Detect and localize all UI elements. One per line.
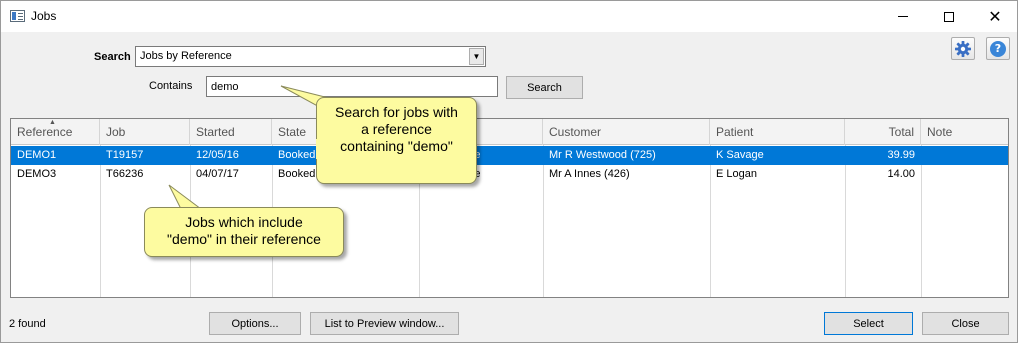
column-header-total[interactable]: Total (845, 119, 921, 145)
help-button[interactable]: ? (986, 37, 1010, 60)
search-type-value: Jobs by Reference (140, 50, 232, 62)
contains-label: Contains (149, 80, 193, 92)
column-header-customer[interactable]: Customer (543, 119, 710, 145)
column-header-started[interactable]: Started (190, 119, 272, 145)
callout-pointer-cover (316, 139, 318, 159)
close-window-button[interactable]: ✕ (972, 1, 1018, 32)
table-row[interactable]: DEMO1 T19157 12/05/16 Booked C ridge Mr … (11, 146, 1008, 165)
cell-reference: DEMO1 (17, 149, 57, 161)
cell-reference: DEMO3 (17, 168, 57, 180)
minimize-button[interactable] (880, 1, 926, 32)
column-header-patient[interactable]: Patient (710, 119, 845, 145)
settings-button[interactable] (951, 37, 975, 60)
search-type-dropdown[interactable]: Jobs by Reference ▼ (135, 46, 486, 67)
list-to-preview-button[interactable]: List to Preview window... (310, 312, 459, 335)
column-header-reference[interactable]: ▲ Reference (11, 119, 100, 145)
cell-job: T66236 (106, 168, 144, 180)
column-header-job[interactable]: Job (100, 119, 190, 145)
minimize-icon (898, 16, 908, 17)
callout-line: a reference (361, 121, 432, 137)
results-tip-callout: Jobs which include "demo" in their refer… (144, 207, 344, 257)
chevron-down-icon[interactable]: ▼ (469, 48, 484, 65)
maximize-button[interactable] (926, 1, 972, 32)
window-app-icon (10, 10, 25, 22)
cell-customer: Mr R Westwood (725) (549, 149, 656, 161)
cell-patient: E Logan (716, 168, 757, 180)
callout-line: containing "demo" (340, 138, 453, 154)
column-header-note[interactable]: Note (921, 119, 1008, 145)
cell-job: T19157 (106, 149, 144, 161)
cell-started: 04/07/17 (196, 168, 239, 180)
sort-ascending-icon: ▲ (49, 119, 56, 126)
title-bar: Jobs ✕ (1, 1, 1017, 32)
table-header: ▲ Reference Job Started State Customer P… (11, 119, 1008, 145)
search-label: Search (94, 51, 131, 63)
jobs-window: Jobs ✕ ? Search Jobs by Reference ▼ Cont… (0, 0, 1018, 343)
table-row[interactable]: DEMO3 T66236 04/07/17 Booked C ridge Mr … (11, 165, 1008, 184)
close-icon: ✕ (988, 6, 1002, 26)
gear-icon (955, 40, 971, 57)
cell-customer: Mr A Innes (426) (549, 168, 630, 180)
contains-input[interactable] (206, 76, 498, 97)
options-button[interactable]: Options... (209, 312, 301, 335)
cell-note (921, 165, 1008, 184)
callout-line: Jobs which include (185, 214, 303, 230)
cell-total: 39.99 (887, 149, 915, 161)
results-count: 2 found (9, 318, 46, 330)
callout-line: Search for jobs with (335, 104, 458, 120)
window-title: Jobs (31, 9, 57, 23)
help-icon: ? (990, 40, 1006, 57)
select-button[interactable]: Select (824, 312, 913, 335)
callout-line: "demo" in their reference (167, 231, 321, 247)
cell-started: 12/05/16 (196, 149, 239, 161)
search-tip-callout: Search for jobs with a reference contain… (316, 97, 477, 184)
close-button[interactable]: Close (922, 312, 1009, 335)
cell-total: 14.00 (887, 168, 915, 180)
search-button[interactable]: Search (506, 76, 583, 99)
cell-patient: K Savage (716, 149, 764, 161)
maximize-icon (944, 11, 954, 22)
cell-note (921, 146, 1008, 165)
